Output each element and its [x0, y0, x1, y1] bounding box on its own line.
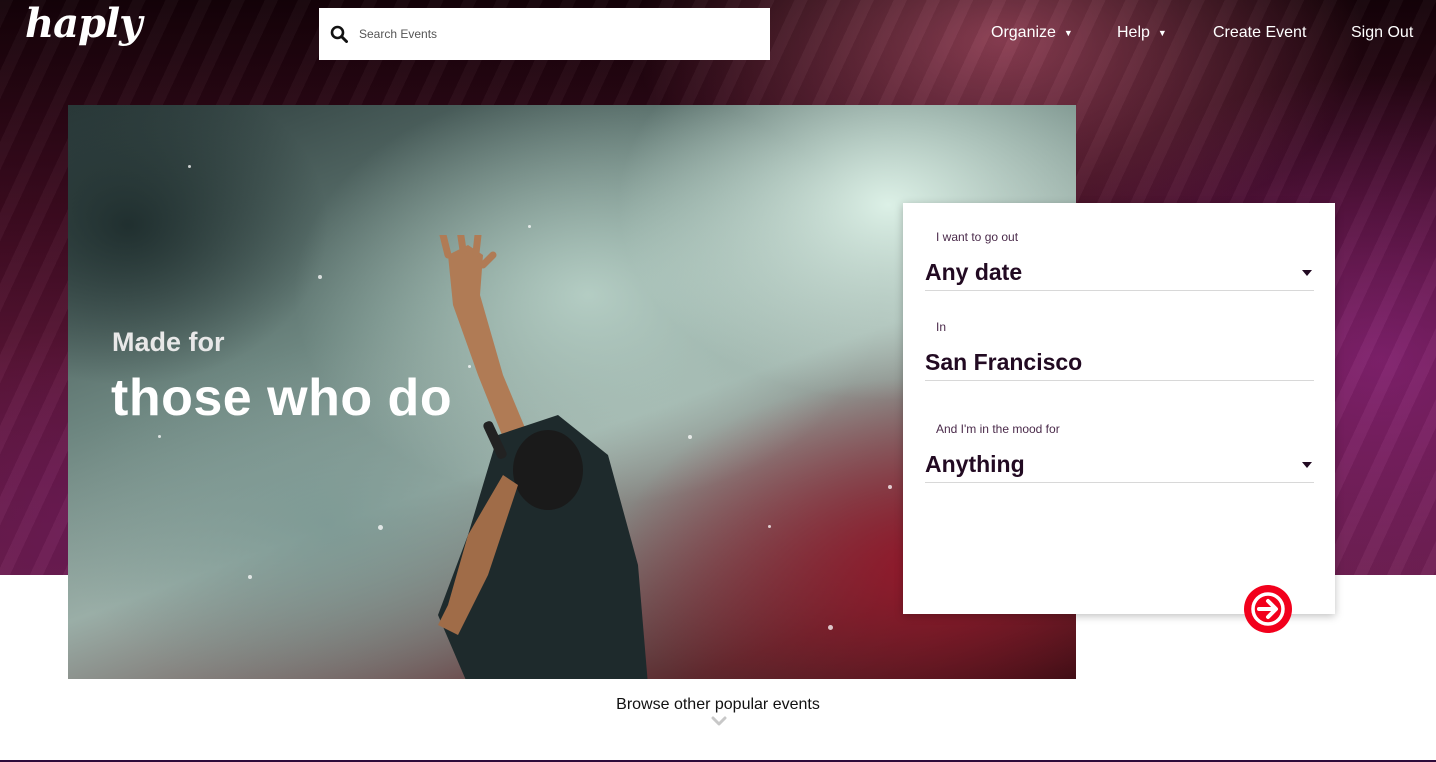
- browse-popular-link[interactable]: Browse other popular events: [0, 696, 1436, 714]
- date-label: I want to go out: [936, 230, 1019, 244]
- sparkle: [158, 435, 161, 438]
- search-box[interactable]: [319, 8, 770, 60]
- caret-down-icon: ▼: [1063, 28, 1073, 38]
- caret-down-icon: [1302, 461, 1312, 468]
- sparkle: [378, 525, 383, 530]
- search-icon: [330, 25, 348, 43]
- sparkle: [888, 485, 892, 489]
- nav-organize-label: Organize: [991, 24, 1056, 41]
- nav-sign-out-label: Sign Out: [1351, 24, 1414, 41]
- nav-help-label: Help: [1117, 24, 1150, 41]
- arrow-right-icon: [1251, 592, 1285, 626]
- logo[interactable]: haply: [25, 0, 142, 47]
- sparkle: [528, 225, 531, 228]
- go-button[interactable]: [1244, 585, 1292, 633]
- performer-silhouette: [438, 235, 648, 679]
- event-search-card: I want to go out Any date In San Francis…: [903, 203, 1335, 614]
- tagline-big: those who do: [111, 369, 453, 427]
- nav-create-event[interactable]: Create Event: [1213, 24, 1306, 42]
- caret-down-icon: ▼: [1157, 28, 1167, 38]
- sparkle: [318, 275, 322, 279]
- sparkle: [248, 575, 252, 579]
- search-input[interactable]: [359, 22, 759, 46]
- tagline-small: Made for: [112, 327, 225, 357]
- mood-value: Anything: [925, 451, 1025, 477]
- nav-organize[interactable]: Organize ▼: [991, 24, 1073, 42]
- top-header: haply Organize ▼ Help ▼ Create Event Sig…: [0, 0, 1436, 68]
- nav-help[interactable]: Help ▼: [1117, 24, 1167, 42]
- location-label: In: [936, 320, 947, 334]
- mood-select[interactable]: Anything: [925, 447, 1314, 483]
- chevron-down-icon[interactable]: [711, 716, 727, 726]
- date-select[interactable]: Any date: [925, 255, 1314, 291]
- caret-down-icon: [1302, 269, 1312, 276]
- sparkle: [188, 165, 191, 168]
- mood-label: And I'm in the mood for: [936, 422, 1060, 436]
- location-value: San Francisco: [925, 349, 1083, 375]
- location-field[interactable]: San Francisco: [925, 345, 1314, 381]
- sparkle: [828, 625, 833, 630]
- nav-create-event-label: Create Event: [1213, 24, 1307, 41]
- date-value: Any date: [925, 259, 1023, 285]
- sparkle: [768, 525, 771, 528]
- nav-sign-out[interactable]: Sign Out: [1351, 24, 1413, 42]
